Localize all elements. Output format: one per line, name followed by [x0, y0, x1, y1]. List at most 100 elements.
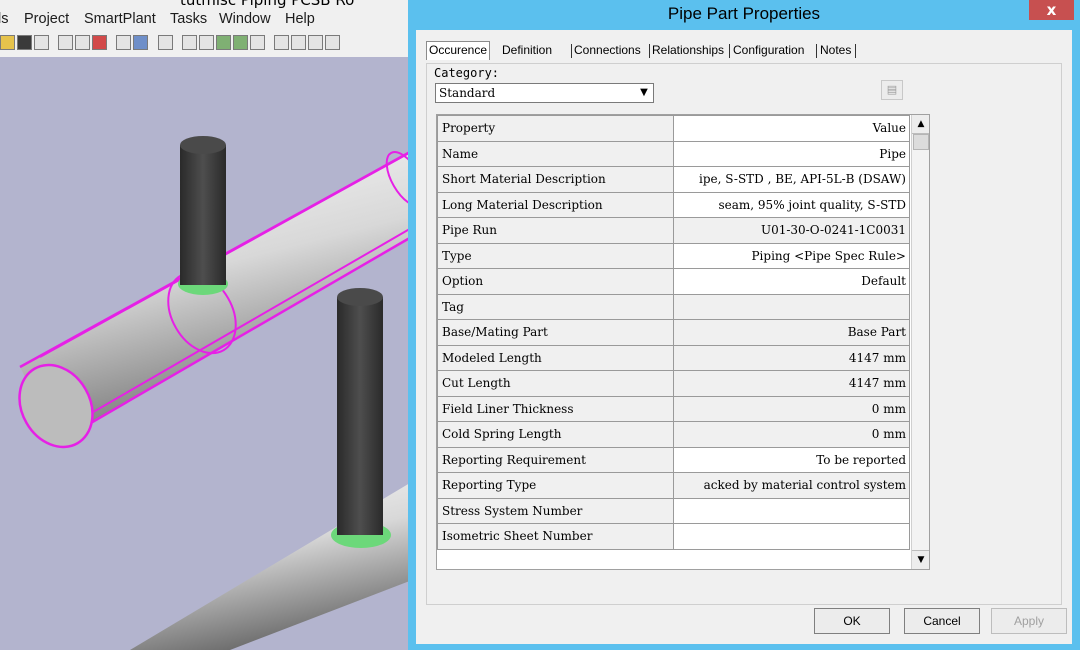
property-value[interactable]: Base Part — [673, 319, 910, 346]
snap-icon[interactable] — [291, 35, 306, 50]
open-icon[interactable] — [0, 35, 15, 50]
pipe-part-properties-dialog: Pipe Part Properties x Occurence Definit… — [408, 0, 1080, 650]
tab-configuration[interactable]: Configuration — [733, 43, 804, 57]
menu-item-project[interactable]: Project — [24, 11, 69, 27]
grid-scrollbar[interactable]: ▲ ▼ — [911, 115, 929, 569]
cancel-button[interactable]: Cancel — [904, 608, 980, 634]
save-icon[interactable] — [17, 35, 32, 50]
table-row[interactable]: Field Liner Thickness 0 mm — [437, 395, 910, 422]
grid-icon[interactable] — [308, 35, 323, 50]
3d-viewport[interactable] — [0, 57, 420, 650]
move-icon[interactable] — [116, 35, 131, 50]
property-value[interactable]: Default — [673, 268, 910, 295]
property-name: Cut Length — [437, 370, 674, 397]
tab-occurence[interactable]: Occurence — [426, 41, 491, 60]
property-value[interactable]: Piping <Pipe Spec Rule> — [673, 242, 910, 269]
filter-icon[interactable] — [274, 35, 289, 50]
scroll-down-icon[interactable]: ▼ — [912, 550, 929, 569]
table-row[interactable]: Reporting Requirement To be reported — [437, 446, 910, 473]
property-value[interactable]: 0 mm — [673, 395, 910, 422]
table-row[interactable]: Stress System Number — [437, 497, 910, 524]
property-name: Base/Mating Part — [437, 319, 674, 346]
tab-notes[interactable]: Notes — [820, 43, 851, 57]
table-row[interactable]: Reporting Type acked by material control … — [437, 472, 910, 499]
property-value[interactable] — [673, 293, 910, 320]
table-row[interactable]: Isometric Sheet Number — [437, 523, 910, 550]
property-value[interactable]: To be reported — [673, 446, 910, 473]
print-icon[interactable] — [34, 35, 49, 50]
property-name: Name — [437, 140, 674, 167]
tab-separator — [729, 44, 730, 58]
property-value[interactable]: 4147 mm — [673, 344, 910, 371]
table-row[interactable]: Modeled Length 4147 mm — [437, 344, 910, 371]
menu-item-tools[interactable]: ls — [0, 11, 8, 27]
view-icon[interactable] — [182, 35, 197, 50]
property-value[interactable]: Pipe — [673, 140, 910, 167]
property-value[interactable] — [673, 497, 910, 524]
table-row[interactable]: Name Pipe — [437, 140, 910, 167]
property-value[interactable]: 0 mm — [673, 421, 910, 448]
measure-icon[interactable] — [216, 35, 231, 50]
dialog-title: Pipe Part Properties — [667, 4, 821, 23]
menu-item-help[interactable]: Help — [285, 11, 315, 27]
zoom-icon[interactable] — [199, 35, 214, 50]
delete-icon[interactable] — [92, 35, 107, 50]
menu-item-smartplant[interactable]: SmartPlant — [84, 11, 156, 27]
menu-item-window[interactable]: Window — [219, 11, 271, 27]
property-value[interactable]: ipe, S-STD , BE, API-5L-B (DSAW) — [673, 166, 910, 193]
menu-bar: ls Project SmartPlant Tasks Window Help — [0, 9, 420, 31]
copy-icon[interactable] — [58, 35, 73, 50]
copy-properties-button[interactable]: ▤ — [881, 80, 903, 100]
select-icon[interactable] — [133, 35, 148, 50]
property-value[interactable]: acked by material control system — [673, 472, 910, 499]
pen-icon[interactable] — [250, 35, 265, 50]
dialog-body: Occurence Definition Connections Relatio… — [416, 30, 1072, 644]
property-value[interactable]: seam, 95% joint quality, S-STD — [673, 191, 910, 218]
dialog-titlebar[interactable]: Pipe Part Properties x — [408, 0, 1080, 30]
paste-icon[interactable] — [75, 35, 90, 50]
property-value[interactable]: U01-30-O-0241-1C0031 — [673, 217, 910, 244]
table-row[interactable]: Long Material Description seam, 95% joint… — [437, 191, 910, 218]
table-row[interactable]: Type Piping <Pipe Spec Rule> — [437, 242, 910, 269]
property-name: Long Material Description — [437, 191, 674, 218]
scroll-up-icon[interactable]: ▲ — [912, 115, 929, 134]
tab-definition[interactable]: Definition — [502, 43, 552, 57]
property-value[interactable]: 4147 mm — [673, 370, 910, 397]
property-name: Stress System Number — [437, 497, 674, 524]
table-row[interactable]: Option Default — [437, 268, 910, 295]
grid-header-row: Property Value — [437, 115, 910, 142]
table-row[interactable]: Short Material Description ipe, S-STD , B… — [437, 166, 910, 193]
chevron-down-icon[interactable]: ▼ — [636, 85, 652, 101]
ok-button[interactable]: OK — [814, 608, 890, 634]
lower-branch-column[interactable] — [331, 288, 391, 548]
table-row[interactable]: Base/Mating Part Base Part — [437, 319, 910, 346]
scroll-thumb[interactable] — [913, 134, 929, 150]
table-row[interactable]: Pipe Run U01-30-O-0241-1C0031 — [437, 217, 910, 244]
copy-icon: ▤ — [886, 83, 898, 96]
table-row[interactable]: Cut Length 4147 mm — [437, 370, 910, 397]
tab-connections[interactable]: Connections — [574, 43, 641, 57]
category-dropdown[interactable]: Standard ▼ — [435, 83, 654, 103]
property-name: Reporting Requirement — [437, 446, 674, 473]
check-icon[interactable] — [233, 35, 248, 50]
close-button[interactable]: x — [1029, 0, 1074, 20]
property-name: Reporting Type — [437, 472, 674, 499]
menu-item-tasks[interactable]: Tasks — [170, 11, 207, 27]
table-row[interactable]: Tag — [437, 293, 910, 320]
property-name: Short Material Description — [437, 166, 674, 193]
tab-relationships[interactable]: Relationships — [652, 43, 724, 57]
property-value[interactable] — [673, 523, 910, 550]
tab-separator — [816, 44, 817, 58]
tab-separator — [649, 44, 650, 58]
property-name: Option — [437, 268, 674, 295]
property-name: Isometric Sheet Number — [437, 523, 674, 550]
category-value: Standard — [439, 86, 496, 100]
undo-icon[interactable] — [158, 35, 173, 50]
apply-button[interactable]: Apply — [991, 608, 1067, 634]
app-title: tutmisc Piping PCSB Ro — [180, 0, 355, 9]
close-icon: x — [1046, 1, 1057, 19]
property-name: Field Liner Thickness — [437, 395, 674, 422]
table-row[interactable]: Cold Spring Length 0 mm — [437, 421, 910, 448]
upper-branch-column[interactable] — [178, 136, 228, 295]
layer-icon[interactable] — [325, 35, 340, 50]
